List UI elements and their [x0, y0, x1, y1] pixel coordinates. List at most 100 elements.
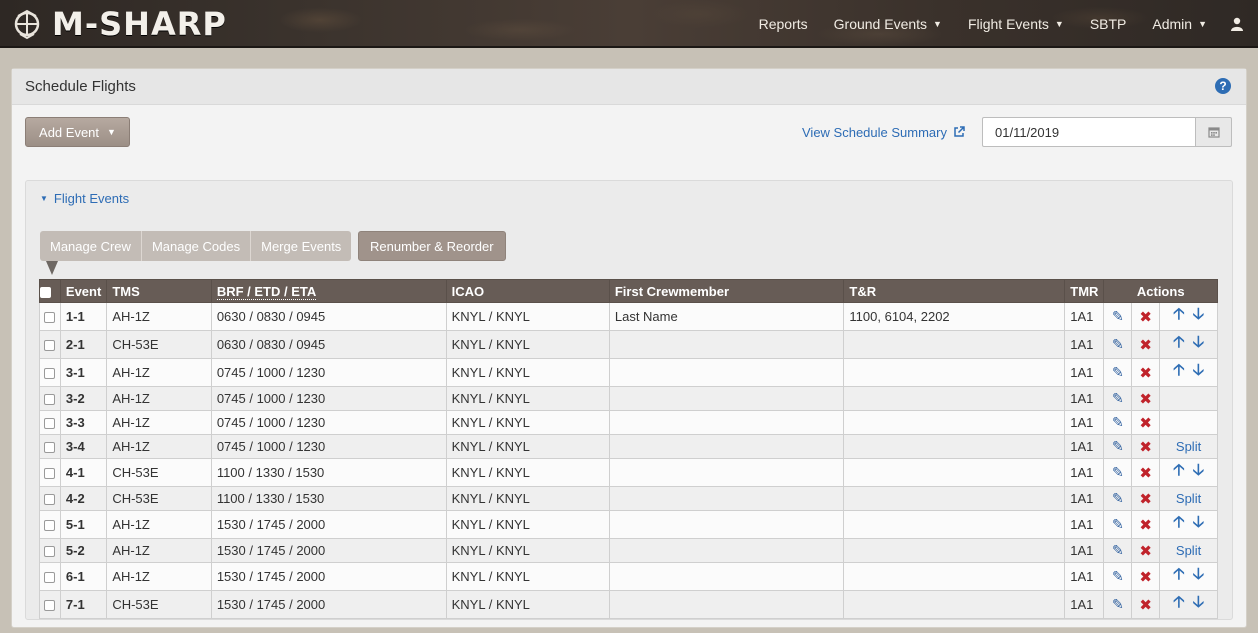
pencil-icon[interactable]: ✎	[1112, 568, 1124, 584]
delete-x-icon[interactable]: ✖	[1139, 309, 1152, 326]
pencil-icon[interactable]: ✎	[1112, 364, 1124, 380]
nav-menu: Reports Ground Events ▼ Flight Events ▼ SB…	[746, 0, 1258, 48]
arrow-down-icon[interactable]: 🡣	[1193, 594, 1205, 611]
nav-user-menu[interactable]	[1220, 17, 1258, 31]
arrow-up-icon[interactable]: 🡡	[1173, 462, 1185, 479]
row-checkbox[interactable]	[44, 520, 56, 532]
pencil-icon[interactable]: ✎	[1112, 596, 1124, 612]
row-checkbox[interactable]	[44, 394, 56, 406]
pencil-icon[interactable]: ✎	[1112, 516, 1124, 532]
table-row[interactable]: 1-1 AH-1Z 0630 / 0830 / 0945 KNYL / KNYL Las…	[39, 302, 1218, 331]
pencil-icon[interactable]: ✎	[1112, 542, 1124, 558]
arrow-up-icon[interactable]: 🡡	[1173, 362, 1185, 379]
row-checkbox[interactable]	[44, 494, 56, 506]
pencil-icon[interactable]: ✎	[1112, 336, 1124, 352]
pencil-icon[interactable]: ✎	[1112, 414, 1124, 430]
flight-events-table: Event TMS BRF / ETD / ETA ICAO First Cre…	[39, 279, 1218, 619]
cell-tmr: 1A1	[1064, 458, 1105, 487]
move-cell: Split	[1159, 434, 1218, 459]
caret-down-icon: ▼	[933, 19, 942, 29]
nav-sbtp[interactable]: SBTP	[1077, 16, 1140, 32]
row-checkbox-cell	[39, 330, 61, 359]
arrow-up-icon[interactable]: 🡡	[1173, 306, 1185, 323]
arrow-down-icon[interactable]: 🡣	[1193, 514, 1205, 531]
cell-event: 5-2	[59, 538, 108, 563]
row-checkbox[interactable]	[44, 600, 56, 612]
delete-x-icon[interactable]: ✖	[1139, 597, 1152, 614]
renumber-reorder-button[interactable]: Renumber & Reorder	[358, 231, 506, 261]
delete-x-icon[interactable]: ✖	[1139, 569, 1152, 586]
delete-x-icon[interactable]: ✖	[1139, 491, 1152, 508]
table-row[interactable]: 3-2 AH-1Z 0745 / 1000 / 1230 KNYL / KNYL 1A1…	[39, 386, 1218, 411]
arrow-down-icon[interactable]: 🡣	[1193, 566, 1205, 583]
manage-codes-button[interactable]: Manage Codes	[141, 231, 252, 261]
nav-ground-events[interactable]: Ground Events ▼	[821, 16, 955, 32]
pencil-icon[interactable]: ✎	[1112, 390, 1124, 406]
table-row[interactable]: 4-2 CH-53E 1100 / 1330 / 1530 KNYL / KNYL 1A…	[39, 486, 1218, 511]
arrow-up-icon[interactable]: 🡡	[1173, 334, 1185, 351]
delete-cell: ✖	[1131, 302, 1161, 331]
table-row[interactable]: 4-1 CH-53E 1100 / 1330 / 1530 KNYL / KNYL 1A…	[39, 458, 1218, 487]
flight-events-toggle[interactable]: ▼ Flight Events	[40, 191, 129, 206]
question-circle-icon[interactable]: ?	[1215, 78, 1231, 94]
split-link[interactable]: Split	[1176, 543, 1201, 558]
arrow-up-icon[interactable]: 🡡	[1173, 566, 1185, 583]
table-row[interactable]: 6-1 AH-1Z 1530 / 1745 / 2000 KNYL / KNYL 1A1…	[39, 562, 1218, 591]
row-checkbox[interactable]	[44, 468, 56, 480]
delete-cell: ✖	[1131, 458, 1161, 487]
nav-admin[interactable]: Admin ▼	[1139, 16, 1220, 32]
delete-x-icon[interactable]: ✖	[1139, 543, 1152, 560]
arrow-up-icon[interactable]: 🡡	[1173, 514, 1185, 531]
pencil-icon[interactable]: ✎	[1112, 490, 1124, 506]
pencil-icon[interactable]: ✎	[1112, 308, 1124, 324]
brand[interactable]: M-SHARP	[10, 5, 227, 43]
manage-crew-button[interactable]: Manage Crew	[40, 231, 142, 261]
emblem-icon	[14, 9, 40, 40]
cell-tms: AH-1Z	[106, 386, 212, 411]
arrow-down-icon[interactable]: 🡣	[1193, 334, 1205, 351]
table-row[interactable]: 2-1 CH-53E 0630 / 0830 / 0945 KNYL / KNYL 1A…	[39, 330, 1218, 359]
delete-x-icon[interactable]: ✖	[1139, 517, 1152, 534]
add-event-button[interactable]: Add Event ▼	[25, 117, 130, 147]
pencil-icon[interactable]: ✎	[1112, 464, 1124, 480]
cell-event: 5-1	[59, 510, 108, 539]
calendar-button[interactable]	[1196, 117, 1232, 147]
table-row[interactable]: 5-2 AH-1Z 1530 / 1745 / 2000 KNYL / KNYL 1A1…	[39, 538, 1218, 563]
delete-x-icon[interactable]: ✖	[1139, 365, 1152, 382]
view-schedule-summary-link[interactable]: View Schedule Summary	[802, 125, 965, 140]
row-checkbox[interactable]	[44, 312, 56, 324]
select-all-checkbox[interactable]	[40, 286, 51, 298]
edit-cell: ✎	[1103, 510, 1133, 539]
table-row[interactable]: 3-4 AH-1Z 0745 / 1000 / 1230 KNYL / KNYL 1A1…	[39, 434, 1218, 459]
row-checkbox[interactable]	[44, 368, 56, 380]
nav-flight-events[interactable]: Flight Events ▼	[955, 16, 1077, 32]
nav-reports[interactable]: Reports	[746, 16, 821, 32]
split-link[interactable]: Split	[1176, 491, 1201, 506]
arrow-down-icon[interactable]: 🡣	[1193, 362, 1205, 379]
row-checkbox[interactable]	[44, 418, 56, 430]
merge-events-button[interactable]: Merge Events	[251, 231, 352, 261]
caret-down-icon: ▼	[40, 194, 48, 203]
arrow-down-icon[interactable]: 🡣	[1193, 306, 1205, 323]
table-row[interactable]: 7-1 CH-53E 1530 / 1745 / 2000 KNYL / KNYL 1A…	[39, 590, 1218, 619]
split-link[interactable]: Split	[1176, 439, 1201, 454]
table-row[interactable]: 5-1 AH-1Z 1530 / 1745 / 2000 KNYL / KNYL 1A1…	[39, 510, 1218, 539]
delete-x-icon[interactable]: ✖	[1139, 391, 1152, 408]
arrow-up-icon[interactable]: 🡡	[1173, 594, 1185, 611]
edit-cell: ✎	[1103, 486, 1133, 511]
table-row[interactable]: 3-3 AH-1Z 0745 / 1000 / 1230 KNYL / KNYL 1A1…	[39, 410, 1218, 435]
table-row[interactable]: 3-1 AH-1Z 0745 / 1000 / 1230 KNYL / KNYL 1A1…	[39, 358, 1218, 387]
delete-x-icon[interactable]: ✖	[1139, 465, 1152, 482]
row-checkbox[interactable]	[44, 442, 56, 454]
row-checkbox[interactable]	[44, 572, 56, 584]
selection-pointer-icon	[46, 261, 58, 275]
delete-x-icon[interactable]: ✖	[1139, 337, 1152, 354]
row-checkbox[interactable]	[44, 546, 56, 558]
pencil-icon[interactable]: ✎	[1112, 438, 1124, 454]
delete-x-icon[interactable]: ✖	[1139, 415, 1152, 432]
cell-tr: 1100, 6104, 2202	[843, 302, 1066, 331]
delete-x-icon[interactable]: ✖	[1139, 439, 1152, 456]
schedule-date-input[interactable]	[982, 117, 1196, 147]
arrow-down-icon[interactable]: 🡣	[1193, 462, 1205, 479]
row-checkbox[interactable]	[44, 340, 56, 352]
